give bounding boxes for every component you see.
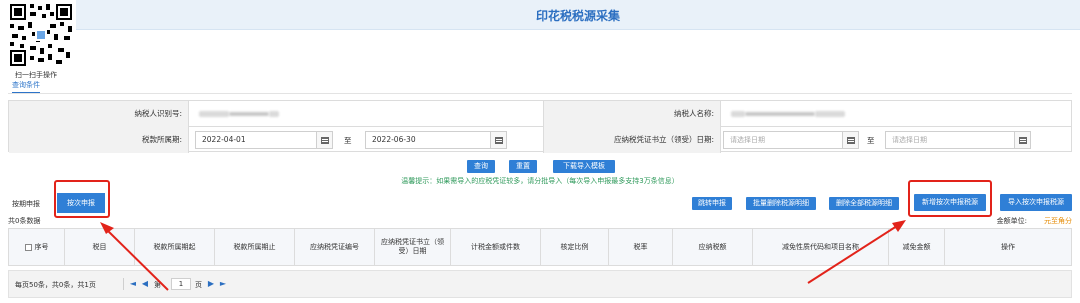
tab-query-conditions[interactable]: 查询条件 <box>12 80 40 94</box>
tab-periodic-filing[interactable]: 按期申报 <box>12 199 40 209</box>
qr-code-graphic <box>8 2 74 68</box>
select-all-checkbox[interactable] <box>24 243 32 251</box>
calendar-icon[interactable] <box>843 131 859 149</box>
column-header-index: 序号 <box>9 229 65 265</box>
title-bar: 印花税税源采集 <box>76 0 1080 30</box>
calendar-icon[interactable] <box>491 131 507 149</box>
divider <box>123 278 124 290</box>
page-suffix: 页 <box>195 281 202 289</box>
page-number-input[interactable]: 1 <box>171 278 191 290</box>
qr-caption: 扫一扫手操作 <box>15 71 57 79</box>
column-header: 操作 <box>1001 242 1015 251</box>
form-row-taxpayer: 纳税人识别号: 纳税人名称: <box>9 101 1071 127</box>
page-prefix: 第 <box>154 281 161 289</box>
column-header: 税款所属期止 <box>215 229 295 265</box>
prev-page-icon[interactable]: ◀ <box>141 280 149 288</box>
voucher-date-range: 请选择日期 至 请选择日期 <box>721 127 1073 153</box>
column-header: 税款所属期起 <box>135 229 215 265</box>
query-form: 纳税人识别号: 纳税人名称: 税款所属期: 2022-04-01 至 2022-… <box>8 100 1072 153</box>
column-header: 税率 <box>609 229 673 265</box>
first-page-icon[interactable]: ◄ <box>129 280 137 288</box>
highlight-box <box>908 180 992 217</box>
column-header: 减免性质代码和项目名称 <box>753 229 889 265</box>
range-separator: 至 <box>344 136 352 145</box>
column-header: 应纳税额 <box>673 229 753 265</box>
period-end-input[interactable]: 2022-06-30 <box>365 131 491 149</box>
data-table: 序号 税目 税款所属期起 税款所属期止 应纳税凭证编号 应纳税凭证书立（领受）日… <box>8 228 1072 266</box>
last-page-icon[interactable]: ► <box>219 280 227 288</box>
period-start-input[interactable]: 2022-04-01 <box>195 131 317 149</box>
divider <box>8 93 1072 94</box>
query-button[interactable]: 查询 <box>467 160 495 173</box>
next-page-icon[interactable]: ▶ <box>207 280 215 288</box>
voucher-date-label: 应纳税凭证书立（领受）日期: <box>543 127 721 153</box>
download-template-button[interactable]: 下载导入模板 <box>553 160 615 173</box>
column-header: 应纳税凭证编号 <box>295 229 375 265</box>
jump-filing-button[interactable]: 跳转申报 <box>692 197 732 210</box>
reset-button[interactable]: 重置 <box>509 160 537 173</box>
taxpayer-name-label: 纳税人名称: <box>543 101 721 127</box>
highlight-box <box>54 180 110 218</box>
period-label: 税款所属期: <box>9 127 189 153</box>
taxpayer-id-value <box>189 101 543 127</box>
column-header: 核定比例 <box>541 229 609 265</box>
record-count: 共0条数据 <box>8 217 41 225</box>
column-header: 减免金额 <box>889 229 945 265</box>
form-row-period: 税款所属期: 2022-04-01 至 2022-06-30 应纳税凭证书立（领… <box>9 127 1071 153</box>
column-header-label: 序号 <box>34 242 49 251</box>
pagination-bar: 每页50条，共0条，共1页 ◄ ◀ 第 1 页 ▶ ► <box>8 270 1072 298</box>
delete-all-button[interactable]: 删除全部税源明细 <box>829 197 899 210</box>
calendar-icon[interactable] <box>317 131 333 149</box>
taxpayer-name-value <box>721 101 1073 127</box>
column-header: 税目 <box>65 229 135 265</box>
column-header: 应纳税凭证书立（领受）日期 <box>375 229 451 265</box>
column-header: 计税金额或件数 <box>451 229 541 265</box>
range-separator: 至 <box>867 136 875 145</box>
qr-code <box>8 2 74 68</box>
page-title: 印花税税源采集 <box>535 9 620 23</box>
amount-unit-value: 元至角分 <box>1044 217 1072 225</box>
taxpayer-id-label: 纳税人识别号: <box>9 101 189 127</box>
period-range: 2022-04-01 至 2022-06-30 <box>189 127 543 153</box>
calendar-icon[interactable] <box>1015 131 1031 149</box>
batch-delete-button[interactable]: 批量删除税源明细 <box>746 197 816 210</box>
pagination-info: 每页50条，共0条，共1页 <box>15 281 96 289</box>
import-per-transaction-button[interactable]: 导入按次申报税源 <box>1000 194 1072 211</box>
amount-unit-label: 金额单位: <box>996 217 1027 225</box>
voucher-date-start-input[interactable]: 请选择日期 <box>723 131 843 149</box>
voucher-date-end-input[interactable]: 请选择日期 <box>885 131 1015 149</box>
